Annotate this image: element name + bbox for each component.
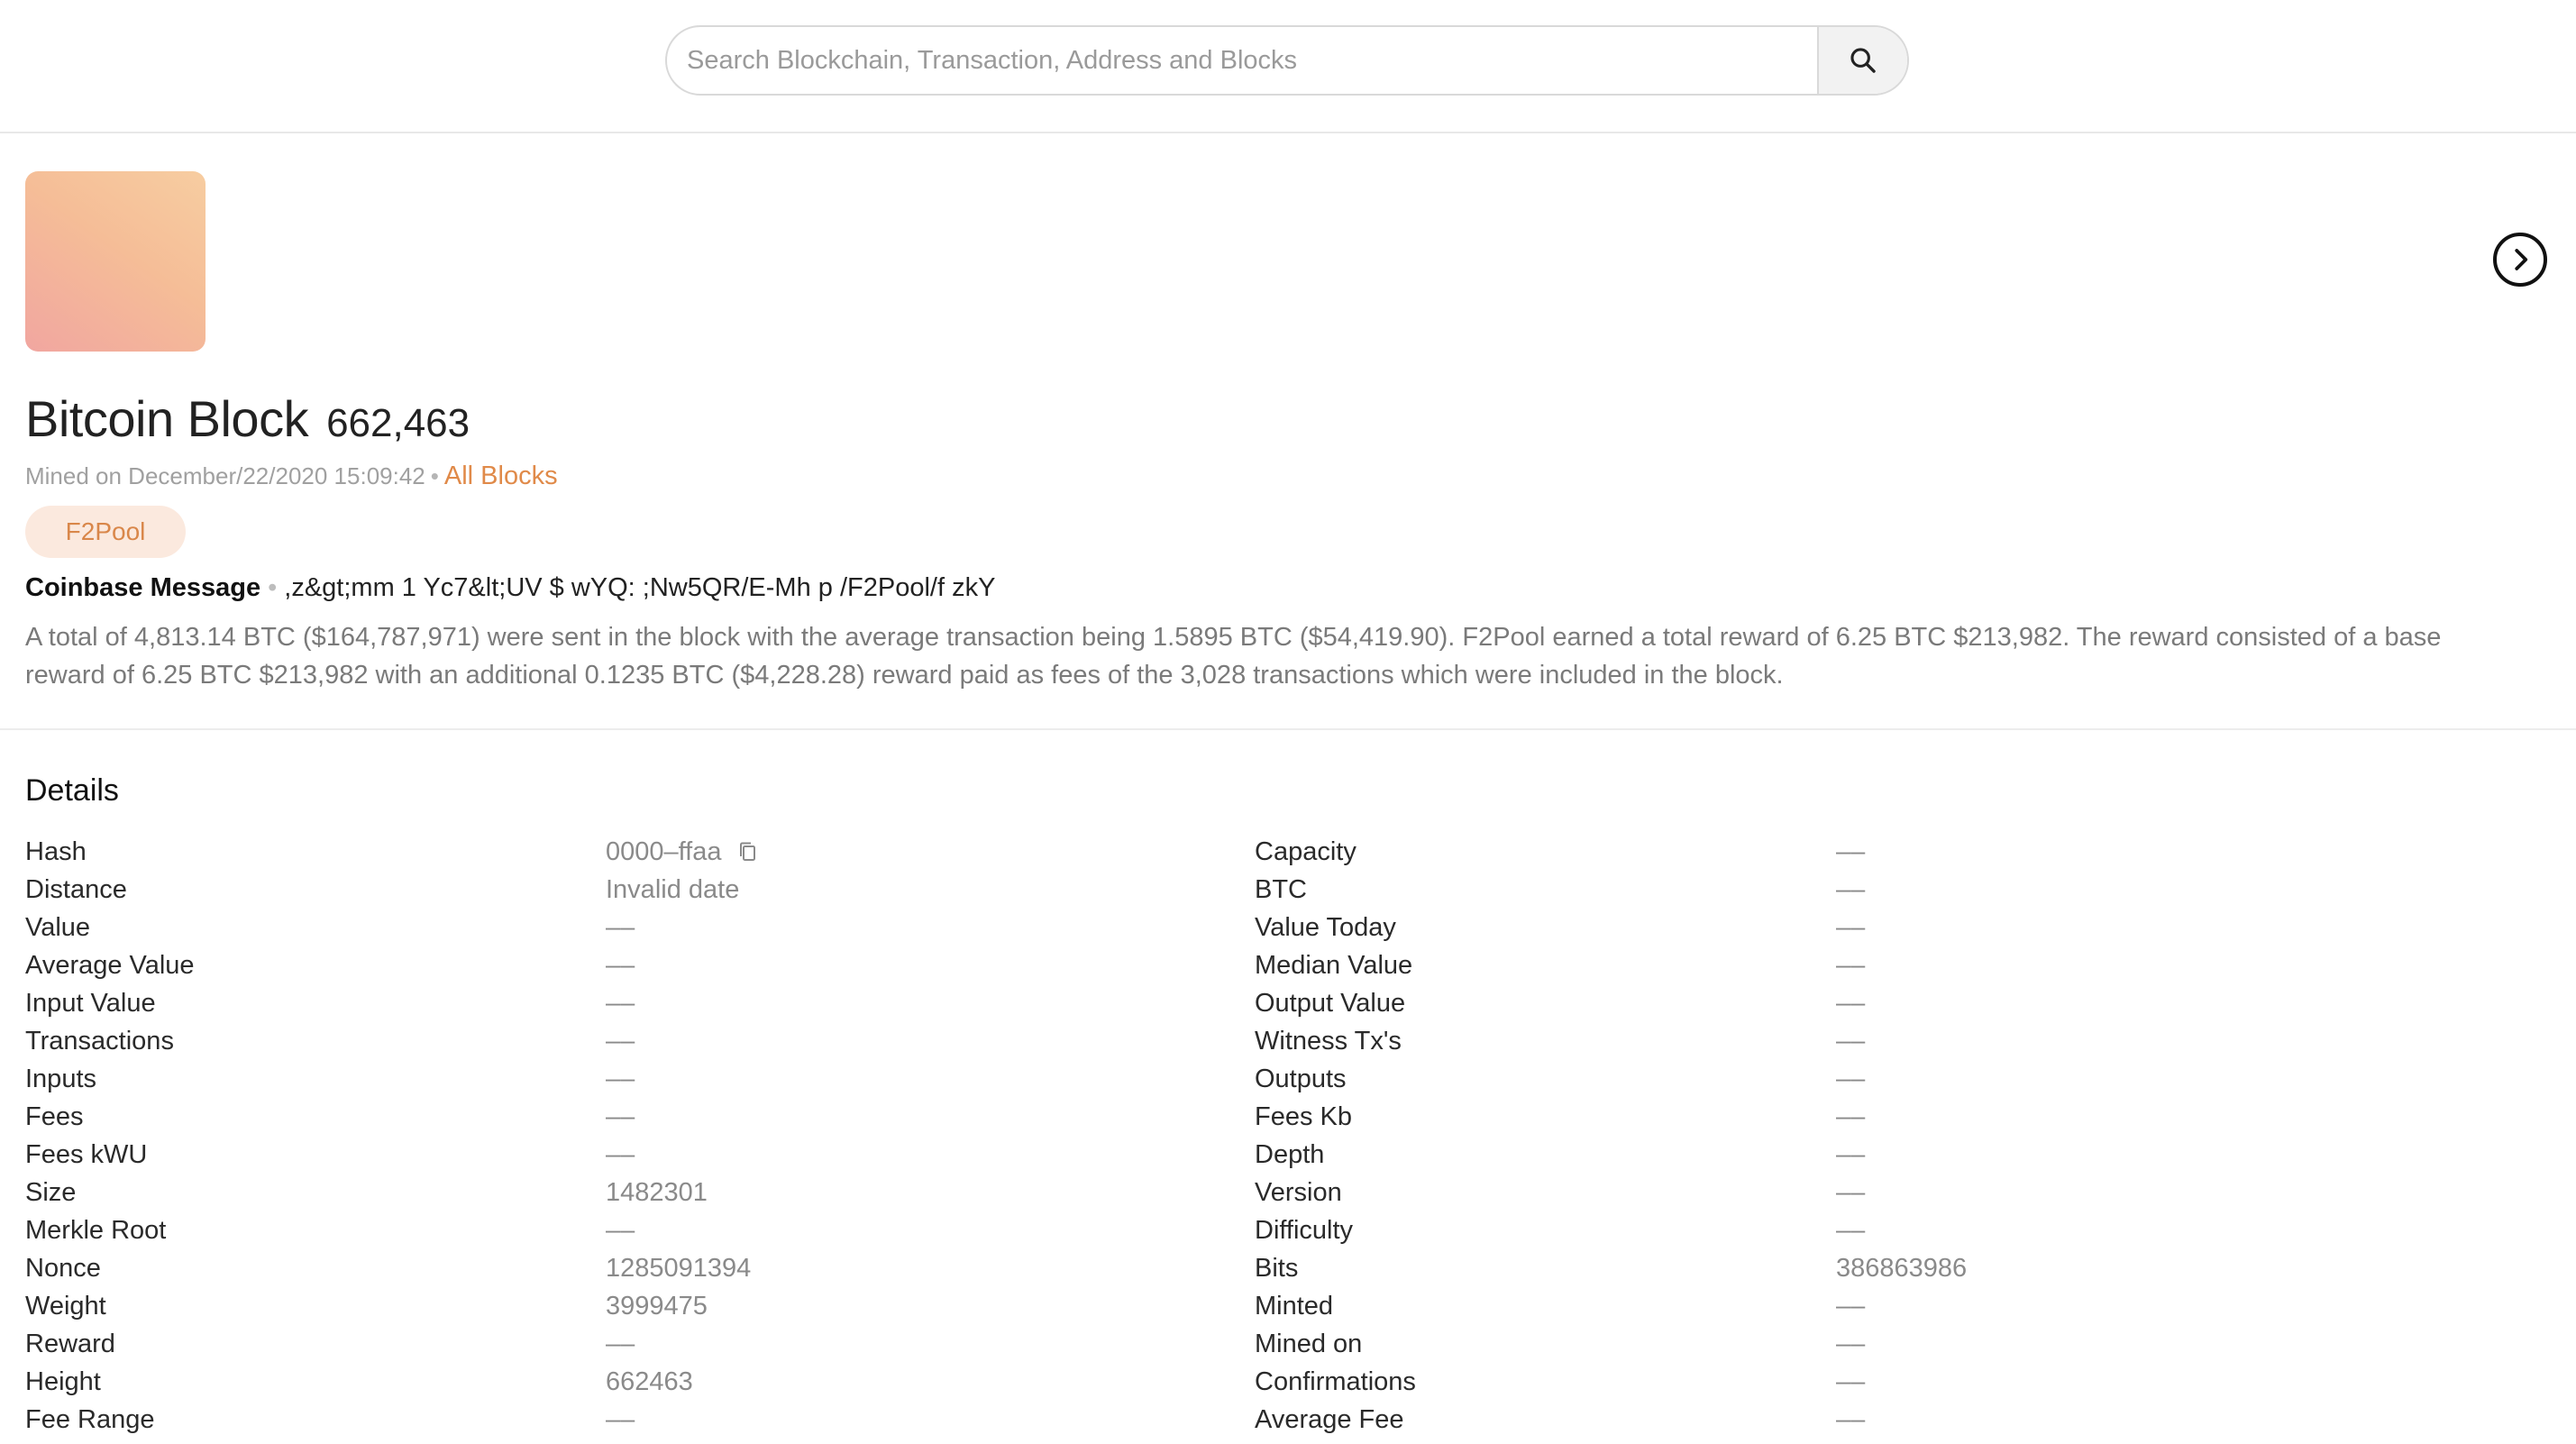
detail-value: –– [1836,950,1866,980]
details-right-labels: Capacity BTC Value Today Median Value Ou… [1255,833,1416,1439]
mined-date: Mined on December/22/2020 15:09:42 [25,462,425,489]
detail-value: 1285091394 [606,1253,752,1283]
detail-label: Weight [25,1291,106,1321]
detail-value: –– [606,1026,635,1056]
detail-value: –– [1836,1139,1866,1169]
divider [0,728,2576,730]
detail-value: 662463 [606,1366,693,1396]
detail-label: Reward [25,1329,115,1358]
coinbase-message: Coinbase Message • ,z&gt;mm 1 Yc7&lt;UV $ … [25,573,995,603]
detail-label: Input Value [25,988,156,1018]
detail-value: –– [1836,1329,1866,1358]
search-input[interactable] [667,27,1817,94]
detail-label: Fee Range [25,1404,155,1434]
detail-label: Hash [25,836,87,866]
separator-dot: • [430,462,439,489]
search-button[interactable] [1817,27,1907,94]
separator-dot: • [268,573,278,602]
search-icon [1850,48,1876,73]
block-summary: A total of 4,813.14 BTC ($164,787,971) w… [25,623,2442,690]
coinbase-text: ,z&gt;mm 1 Yc7&lt;UV $ wYQ: ;Nw5QR/E-Mh … [284,573,996,602]
page-title: Bitcoin Block 662,463 [25,389,470,448]
detail-label: Depth [1255,1139,1325,1169]
detail-value: –– [606,1404,635,1434]
detail-value: –– [1836,1366,1866,1396]
detail-value: 1482301 [606,1177,708,1207]
detail-label: Mined on [1255,1329,1363,1358]
details-left-values: 0000–ffaa Invalid date –– –– –– –– –– ––… [606,833,758,1439]
detail-label: Inputs [25,1064,96,1093]
block-avatar [25,171,206,352]
detail-value: –– [606,912,635,942]
detail-value: –– [606,1064,635,1093]
detail-value: –– [1836,874,1866,904]
next-block-button[interactable] [2493,233,2547,287]
detail-value: –– [606,1101,635,1131]
block-meta: Mined on December/22/2020 15:09:42 • All B… [25,462,558,491]
detail-value: –– [1836,1404,1866,1434]
pool-badge[interactable]: F2Pool [25,506,186,558]
detail-label: Value [25,912,91,942]
detail-label: Output Value [1255,988,1406,1018]
detail-value: –– [606,1215,635,1245]
detail-label: Merkle Root [25,1215,167,1245]
block-height: 662,463 [326,401,470,445]
detail-label: Witness Tx's [1255,1026,1402,1056]
detail-label: Version [1255,1177,1342,1207]
detail-label: Fees Kb [1255,1101,1352,1131]
detail-value: –– [606,988,635,1018]
chevron-right-icon [2515,249,2528,270]
detail-value: –– [606,1329,635,1358]
detail-label: Value Today [1255,912,1396,942]
detail-label: Median Value [1255,950,1413,980]
detail-value: –– [1836,1215,1866,1245]
details-right-values: –– –– –– –– –– –– –– –– –– –– –– 3868639… [1836,833,1967,1439]
detail-value: 386863986 [1836,1253,1968,1283]
detail-label: Nonce [25,1253,101,1283]
detail-label: Fees kWU [25,1139,148,1169]
detail-value: –– [1836,836,1866,866]
all-blocks-link[interactable]: All Blocks [444,462,558,490]
detail-value: –– [606,1139,635,1169]
detail-value: –– [1836,912,1866,942]
detail-label: Distance [25,874,127,904]
detail-label: Minted [1255,1291,1334,1321]
detail-value: –– [1836,988,1866,1018]
detail-label: Bits [1255,1253,1299,1283]
detail-value: –– [1836,1026,1866,1056]
detail-label: BTC [1255,874,1307,904]
detail-value: Invalid date [606,874,740,904]
details-heading: Details [25,773,119,808]
detail-label: Size [25,1177,77,1207]
detail-label: Capacity [1255,836,1357,866]
detail-value: –– [606,950,635,980]
detail-value: 3999475 [606,1291,708,1321]
block-title: Bitcoin Block [25,390,309,447]
detail-label: Average Value [25,950,195,980]
detail-label: Height [25,1366,101,1396]
detail-label: Transactions [25,1026,174,1056]
copy-icon[interactable] [738,841,758,863]
top-bar [0,0,2576,133]
detail-label: Average Fee [1255,1404,1404,1434]
detail-label: Outputs [1255,1064,1347,1093]
hash-value: 0000–ffaa [606,836,722,866]
detail-label: Difficulty [1255,1215,1354,1245]
search-bar [665,25,1909,96]
detail-value: –– [1836,1064,1866,1093]
detail-value: –– [1836,1177,1866,1207]
detail-label: Fees [25,1101,84,1131]
detail-label: Confirmations [1255,1366,1416,1396]
coinbase-label: Coinbase Message [25,573,261,602]
details-left-labels: Hash Distance Value Average Value Input … [25,833,195,1439]
detail-value: –– [1836,1101,1866,1131]
detail-value: –– [1836,1291,1866,1321]
